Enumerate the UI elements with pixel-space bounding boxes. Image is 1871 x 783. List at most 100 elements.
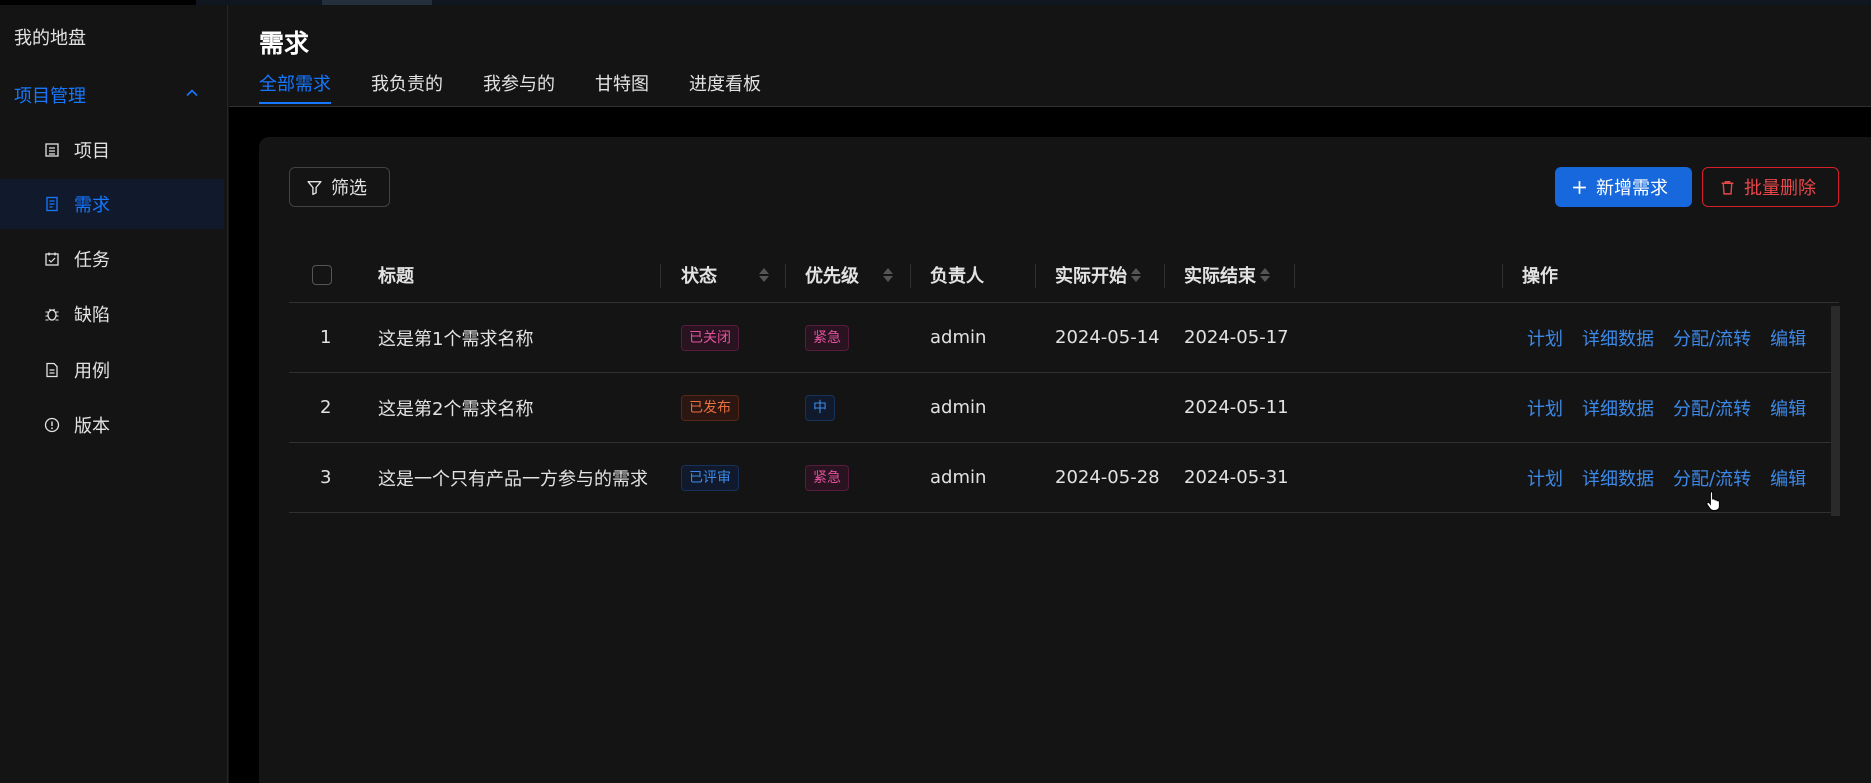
requirements-card: 筛选 新增需求 批量删除 标题 状态 优先级 负责人 实际开始 实际结束 操作 … xyxy=(259,137,1871,783)
chevron-up-icon xyxy=(186,89,198,97)
sidebar-item-label: 版本 xyxy=(74,416,110,437)
assign-transfer-link[interactable]: 分配/流转 xyxy=(1673,465,1751,491)
row-owner: admin xyxy=(930,467,987,488)
sidebar-group-label: 项目管理 xyxy=(14,86,86,107)
tab-gantt[interactable]: 甘特图 xyxy=(595,70,649,108)
row-actual-end: 2024-05-31 xyxy=(1184,467,1289,488)
trash-icon xyxy=(1719,179,1736,196)
assign-transfer-link[interactable]: 分配/流转 xyxy=(1673,325,1751,351)
select-all-checkbox[interactable] xyxy=(312,264,332,285)
column-header-priority-label: 优先级 xyxy=(805,265,859,287)
table-row: 3 这是一个只有产品一方参与的需求 已评审 紧急 admin 2024-05-2… xyxy=(289,443,1839,513)
requirements-table: 标题 状态 优先级 负责人 实际开始 实际结束 操作 1 这是第1个需求名称 已… xyxy=(289,247,1839,513)
sort-icon xyxy=(759,267,769,282)
edit-link[interactable]: 编辑 xyxy=(1770,395,1806,421)
row-actions: 计划 详细数据 分配/流转 编辑 xyxy=(1527,373,1825,442)
project-icon xyxy=(44,142,60,158)
status-badge: 已发布 xyxy=(681,394,739,421)
detail-data-link[interactable]: 详细数据 xyxy=(1582,395,1654,421)
priority-badge: 紧急 xyxy=(805,464,849,491)
column-header-status[interactable]: 状态 xyxy=(681,247,769,302)
requirement-icon xyxy=(44,196,60,212)
row-owner: admin xyxy=(930,327,987,348)
sidebar-item-my-space[interactable]: 我的地盘 xyxy=(14,24,86,50)
row-actual-end: 2024-05-11 xyxy=(1184,397,1289,418)
tab-bar: 全部需求 我负责的 我参与的 甘特图 进度看板 xyxy=(259,70,801,108)
sort-icon xyxy=(1131,267,1141,282)
column-header-owner: 负责人 xyxy=(930,265,984,287)
plan-link[interactable]: 计划 xyxy=(1527,325,1563,351)
sidebar-item-testcase[interactable]: 用例 xyxy=(0,345,224,395)
tab-my-participated[interactable]: 我参与的 xyxy=(483,70,555,108)
pointer-cursor-icon xyxy=(1706,491,1720,511)
column-header-actual-end[interactable]: 实际结束 xyxy=(1184,247,1270,302)
table-header: 标题 状态 优先级 负责人 实际开始 实际结束 操作 xyxy=(289,247,1839,303)
sidebar-item-project[interactable]: 项目 xyxy=(0,125,224,175)
row-actual-end: 2024-05-17 xyxy=(1184,327,1289,348)
sidebar: 我的地盘 项目管理 项目 需求 任务 缺陷 用例 版本 xyxy=(0,5,228,783)
add-requirement-button[interactable]: 新增需求 xyxy=(1555,167,1692,207)
batch-delete-label: 批量删除 xyxy=(1744,178,1816,199)
row-actions: 计划 详细数据 分配/流转 编辑 xyxy=(1527,443,1825,512)
batch-delete-button[interactable]: 批量删除 xyxy=(1702,167,1839,207)
sidebar-item-label: 缺陷 xyxy=(74,305,110,326)
plan-link[interactable]: 计划 xyxy=(1527,465,1563,491)
row-index: 1 xyxy=(320,327,332,348)
sidebar-item-version[interactable]: 版本 xyxy=(0,400,224,450)
bug-icon xyxy=(44,306,60,322)
column-header-title: 标题 xyxy=(378,265,414,287)
sidebar-item-label: 项目 xyxy=(74,141,110,162)
row-title: 这是第1个需求名称 xyxy=(378,328,534,350)
filter-icon xyxy=(306,179,323,196)
table-row: 1 这是第1个需求名称 已关闭 紧急 admin 2024-05-14 2024… xyxy=(289,303,1839,373)
edit-link[interactable]: 编辑 xyxy=(1770,465,1806,491)
filter-label: 筛选 xyxy=(331,178,367,199)
task-icon xyxy=(44,251,60,267)
priority-badge: 紧急 xyxy=(805,324,849,351)
filter-button[interactable]: 筛选 xyxy=(289,167,390,207)
tab-progress-board[interactable]: 进度看板 xyxy=(689,70,761,108)
row-owner: admin xyxy=(930,397,987,418)
column-header-start-label: 实际开始 xyxy=(1055,265,1127,287)
column-header-end-label: 实际结束 xyxy=(1184,265,1256,287)
table-scrollbar[interactable] xyxy=(1831,306,1840,516)
priority-badge: 中 xyxy=(805,394,835,421)
tab-my-responsible[interactable]: 我负责的 xyxy=(371,70,443,108)
column-header-actions: 操作 xyxy=(1522,265,1558,287)
table-row: 2 这是第2个需求名称 已发布 中 admin 2024-05-11 计划 详细… xyxy=(289,373,1839,443)
row-index: 3 xyxy=(320,467,332,488)
row-actual-start: 2024-05-14 xyxy=(1055,327,1160,348)
sidebar-group-project-management[interactable]: 项目管理 xyxy=(0,73,227,117)
row-actual-start: 2024-05-28 xyxy=(1055,467,1160,488)
sidebar-item-bug[interactable]: 缺陷 xyxy=(0,289,224,339)
plan-link[interactable]: 计划 xyxy=(1527,395,1563,421)
column-header-priority[interactable]: 优先级 xyxy=(805,247,893,302)
assign-transfer-link[interactable]: 分配/流转 xyxy=(1673,395,1751,421)
sidebar-item-label: 用例 xyxy=(74,361,110,382)
detail-data-link[interactable]: 详细数据 xyxy=(1582,325,1654,351)
sidebar-item-label: 需求 xyxy=(74,195,110,216)
sidebar-item-requirement[interactable]: 需求 xyxy=(0,179,224,229)
sidebar-item-task[interactable]: 任务 xyxy=(0,234,224,284)
row-index: 2 xyxy=(320,397,332,418)
column-header-actual-start[interactable]: 实际开始 xyxy=(1055,247,1141,302)
edit-link[interactable]: 编辑 xyxy=(1770,325,1806,351)
add-requirement-label: 新增需求 xyxy=(1596,178,1668,199)
select-all-cell xyxy=(312,247,332,302)
version-icon xyxy=(44,417,60,433)
status-badge: 已评审 xyxy=(681,464,739,491)
testcase-icon xyxy=(44,362,60,378)
column-header-status-label: 状态 xyxy=(681,265,717,287)
detail-data-link[interactable]: 详细数据 xyxy=(1582,465,1654,491)
plus-icon xyxy=(1571,179,1588,196)
tab-all-requirements[interactable]: 全部需求 xyxy=(259,70,331,108)
sidebar-item-label: 任务 xyxy=(74,250,110,271)
status-badge: 已关闭 xyxy=(681,324,739,351)
row-title: 这是一个只有产品一方参与的需求 xyxy=(378,468,648,490)
top-strip xyxy=(0,0,1871,5)
page-title: 需求 xyxy=(259,29,310,58)
sort-icon xyxy=(1260,267,1270,282)
row-title: 这是第2个需求名称 xyxy=(378,398,534,420)
sort-icon xyxy=(883,267,893,282)
row-actions: 计划 详细数据 分配/流转 编辑 xyxy=(1527,303,1825,372)
